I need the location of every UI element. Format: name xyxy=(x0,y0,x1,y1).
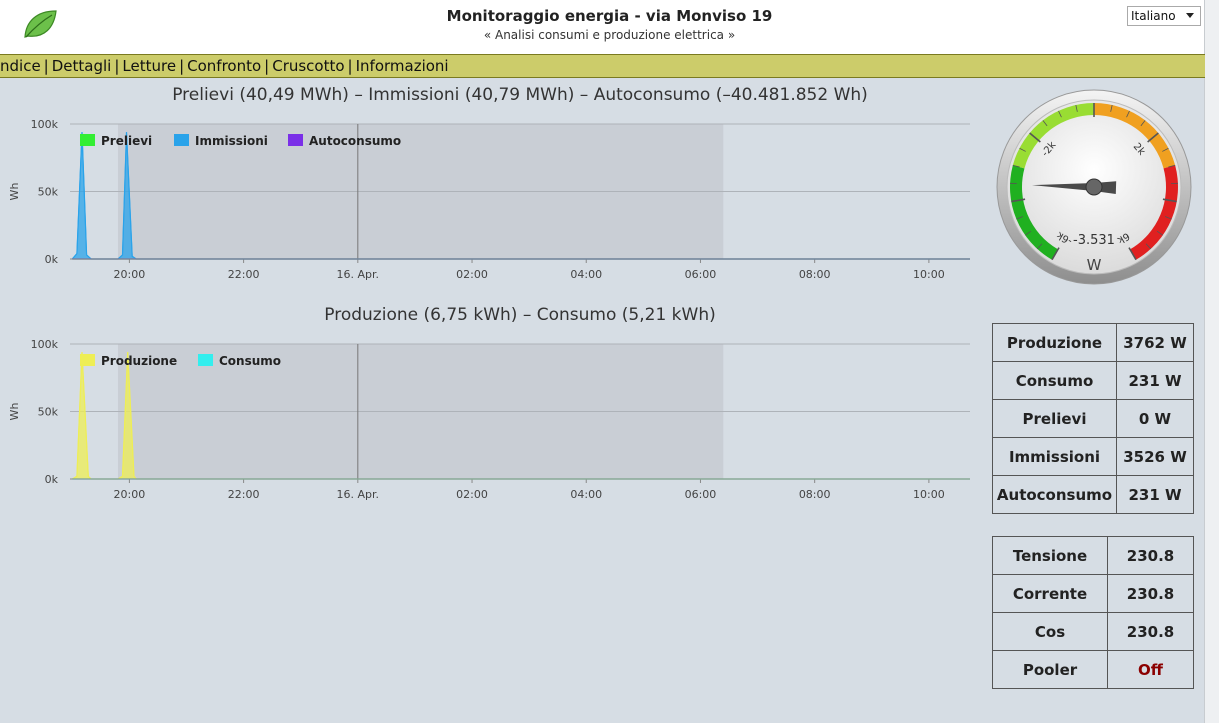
y-tick-label: 0k xyxy=(45,473,59,486)
legend-swatch xyxy=(80,134,95,146)
power-table: Produzione 3762 W Consumo 231 W Prelievi 0 … xyxy=(992,323,1194,514)
chevron-down-icon xyxy=(1186,13,1194,18)
header: Monitoraggio energia - via Monviso 19 « … xyxy=(0,0,1219,54)
electrical-table: Tensione 230.8 Corrente 230.8 Cos 230.8 Poo… xyxy=(992,536,1194,689)
legend-swatch xyxy=(80,354,95,366)
elec-value-corrente: 230.8 xyxy=(1107,574,1194,613)
table-row: Corrente 230.8 xyxy=(992,574,1194,613)
table-row: Consumo 231 W xyxy=(992,361,1194,400)
legend-label: Consumo xyxy=(219,354,281,368)
x-tick-label: 22:00 xyxy=(228,488,260,501)
x-tick-label: 02:00 xyxy=(456,268,488,281)
y-tick-label: 50k xyxy=(38,186,59,199)
chart-2-title: Produzione (6,75 kWh) – Consumo (5,21 kW… xyxy=(324,305,716,325)
power-value-prelievi: 0 W xyxy=(1116,399,1194,438)
chart-1-title: Prelievi (40,49 MWh) – Immissioni (40,79… xyxy=(172,85,868,105)
nav-separator: | xyxy=(114,57,120,75)
elec-value-pooler: Off xyxy=(1107,650,1194,689)
page-subtitle: « Analisi consumi e produzione elettrica… xyxy=(483,28,736,42)
x-tick-label: 06:00 xyxy=(685,488,717,501)
x-tick-label: 10:00 xyxy=(913,488,945,501)
legend-label: Immissioni xyxy=(195,134,268,148)
elec-label-pooler: Pooler xyxy=(992,650,1108,689)
legend-label: Prelievi xyxy=(101,134,152,148)
x-tick-label: 04:00 xyxy=(570,268,602,281)
gauge-value-text: -3.531 xyxy=(1073,233,1115,248)
table-row: Immissioni 3526 W xyxy=(992,437,1194,476)
nav-separator: | xyxy=(43,57,49,75)
production-consumption-chart[interactable]: 0k 50k 100k Wh 20:00 22:00 16. Apr. 02:00 04:00 0… xyxy=(0,330,980,510)
table-row: Prelievi 0 W xyxy=(992,399,1194,438)
x-tick-label: 08:00 xyxy=(799,488,831,501)
x-tick-label: 06:00 xyxy=(685,268,717,281)
nav-item-informazioni[interactable]: Informazioni xyxy=(356,57,449,75)
legend-swatch xyxy=(198,354,213,366)
legend-swatch xyxy=(288,134,303,146)
power-label-prelievi: Prelievi xyxy=(992,399,1117,438)
x-tick-label: 10:00 xyxy=(913,268,945,281)
y-tick-label: 100k xyxy=(31,118,59,131)
power-value-produzione: 3762 W xyxy=(1116,323,1194,362)
x-tick-label: 20:00 xyxy=(114,488,146,501)
x-tick-label: 08:00 xyxy=(799,268,831,281)
table-row: Cos 230.8 xyxy=(992,612,1194,651)
nav-item-cruscotto[interactable]: Cruscotto xyxy=(272,57,344,75)
elec-value-cos: 230.8 xyxy=(1107,612,1194,651)
elec-label-tensione: Tensione xyxy=(992,536,1108,575)
power-value-autoconsumo: 231 W xyxy=(1116,475,1194,514)
power-value-consumo: 231 W xyxy=(1116,361,1194,400)
language-select[interactable]: Italiano xyxy=(1127,6,1201,26)
nav-item-confronto[interactable]: Confronto xyxy=(187,57,261,75)
x-tick-label: 04:00 xyxy=(570,488,602,501)
nav-item-dettagli[interactable]: Dettagli xyxy=(52,57,112,75)
vertical-scrollbar[interactable] xyxy=(1204,0,1219,723)
y-tick-label: 0k xyxy=(45,253,59,266)
power-label-produzione: Produzione xyxy=(992,323,1117,362)
gauge-pivot xyxy=(1085,178,1103,196)
power-gauge: -6k-2k 2k6k-3.531W xyxy=(996,89,1192,285)
nav-item-indice[interactable]: ndice xyxy=(0,57,41,75)
x-tick-label: 22:00 xyxy=(228,268,260,281)
x-tick-label: 16. Apr. xyxy=(337,488,380,501)
legend-item-consumo[interactable]: Consumo xyxy=(198,354,281,368)
elec-value-tensione: 230.8 xyxy=(1107,536,1194,575)
elec-label-cos: Cos xyxy=(992,612,1108,651)
power-value-immissioni: 3526 W xyxy=(1116,437,1194,476)
language-select-value: Italiano xyxy=(1131,9,1176,23)
legend-label: Autoconsumo xyxy=(309,134,401,148)
x-tick-label: 02:00 xyxy=(456,488,488,501)
nav-separator: | xyxy=(347,57,353,75)
page-title: Monitoraggio energia - via Monviso 19 xyxy=(446,7,773,25)
legend-label: Produzione xyxy=(101,354,177,368)
elec-label-corrente: Corrente xyxy=(992,574,1108,613)
nav-separator: | xyxy=(179,57,185,75)
x-tick-label: 20:00 xyxy=(114,268,146,281)
legend-swatch xyxy=(174,134,189,146)
table-row: Tensione 230.8 xyxy=(992,536,1194,575)
legend-item-produzione[interactable]: Produzione xyxy=(80,354,177,368)
legend-item-prelievi[interactable]: Prelievi xyxy=(80,134,152,148)
power-label-consumo: Consumo xyxy=(992,361,1117,400)
legend-item-immissioni[interactable]: Immissioni xyxy=(174,134,268,148)
y-tick-label: 50k xyxy=(38,406,59,419)
energy-flow-chart[interactable]: 0k 50k 100k Wh 20:00 22:00 16. Apr. 02:00 04:00 0… xyxy=(0,110,980,290)
y-tick-label: 100k xyxy=(31,338,59,351)
table-row: Produzione 3762 W xyxy=(992,323,1194,362)
power-label-autoconsumo: Autoconsumo xyxy=(992,475,1117,514)
power-label-immissioni: Immissioni xyxy=(992,437,1117,476)
gauge-unit: W xyxy=(1087,256,1102,274)
x-tick-label: 16. Apr. xyxy=(337,268,380,281)
table-row: Autoconsumo 231 W xyxy=(992,475,1194,514)
y-axis-label: Wh xyxy=(8,183,21,201)
y-axis-label: Wh xyxy=(8,403,21,421)
table-row: Pooler Off xyxy=(992,650,1194,689)
main-nav: ndice | Dettagli | Letture | Confronto | Cruscot… xyxy=(0,54,1205,78)
nav-item-letture[interactable]: Letture xyxy=(122,57,176,75)
nav-separator: | xyxy=(264,57,270,75)
